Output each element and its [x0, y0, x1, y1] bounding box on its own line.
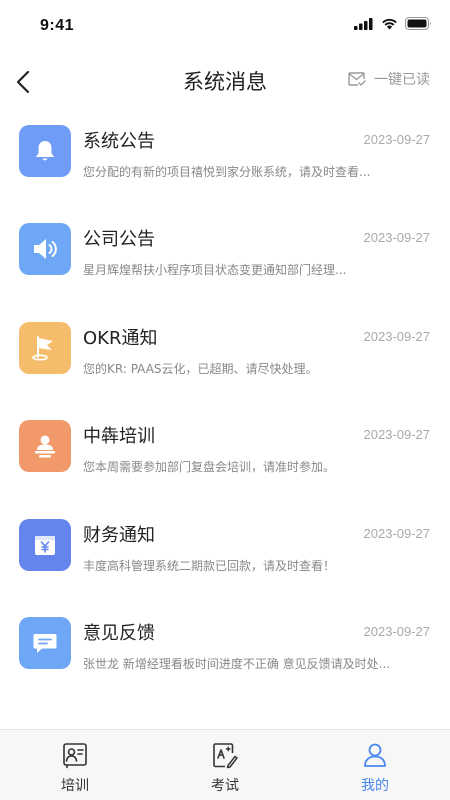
message-title: 中犇培训	[83, 426, 155, 448]
mark-all-read-label: 一键已读	[374, 72, 430, 88]
bottom-tab-bar: 培训 考试 我的	[0, 729, 450, 800]
message-icon-tile	[19, 420, 71, 473]
mark-all-read-button[interactable]: 一键已读	[348, 69, 430, 89]
message-item-system[interactable]: 系统公告 2023-09-27 您分配的有新的项目禧悦到家分账系统，请及时查看.…	[0, 112, 450, 210]
message-icon-tile	[19, 125, 71, 177]
message-title: 财务通知	[83, 524, 155, 546]
speaker-icon	[34, 239, 57, 260]
wifi-icon	[382, 18, 397, 29]
envelope-check-icon	[348, 71, 366, 86]
exam-icon	[213, 743, 238, 769]
message-preview: 张世龙 新增经理看板时间进度不正确 意见反馈请及时处...	[83, 656, 391, 671]
message-date: 2023-09-27	[363, 427, 431, 443]
tab-label: 我的	[361, 778, 389, 794]
battery-icon	[405, 17, 431, 30]
message-title: 意见反馈	[83, 622, 155, 644]
tab-exam[interactable]: 考试	[150, 730, 300, 800]
message-icon-tile	[19, 518, 71, 571]
lecturer-icon	[35, 435, 55, 458]
status-bar: 9:41	[0, 0, 450, 52]
tab-label: 培训	[61, 778, 89, 794]
tab-label: 考试	[211, 778, 239, 794]
message-icon-tile	[19, 321, 71, 374]
message-date: 2023-09-27	[363, 525, 431, 541]
profile-icon	[364, 743, 386, 767]
message-item-feedback[interactable]: 意见反馈 2023-09-27 张世龙 新增经理看板时间进度不正确 意见反馈请及…	[0, 604, 450, 702]
training-icon	[63, 743, 87, 769]
message-icon-tile	[19, 616, 71, 669]
message-item-training[interactable]: 中犇培训 2023-09-27 您本周需要参加部门复盘会培训，请准时参加。	[0, 407, 450, 505]
message-preview: 您分配的有新的项目禧悦到家分账系统，请及时查看...	[83, 165, 371, 179]
message-preview: 星月辉煌帮扶小程序项目状态变更通知部门经理...	[83, 263, 347, 278]
bell-icon	[36, 141, 54, 161]
message-item-finance[interactable]: 财务通知 2023-09-27 丰度高科管理系统二期款已回款，请及时查看！	[0, 506, 450, 604]
tab-profile[interactable]: 我的	[300, 730, 450, 800]
message-title: 系统公告	[83, 131, 155, 152]
message-date: 2023-09-27	[363, 230, 431, 246]
message-title: 公司公告	[83, 229, 155, 251]
message-preview: 您本周需要参加部门复盘会培训，请准时参加。	[83, 460, 336, 475]
message-date: 2023-09-27	[363, 328, 431, 344]
message-preview: 丰度高科管理系统二期款已回款，请及时查看！	[83, 558, 336, 573]
message-date: 2023-09-27	[363, 623, 431, 639]
nav-bar: 系统消息 一键已读	[0, 56, 450, 104]
message-list: 系统公告 2023-09-27 您分配的有新的项目禧悦到家分账系统，请及时查看.…	[0, 112, 450, 702]
message-item-okr[interactable]: OKR通知 2023-09-27 您的KR: PAAS云化，已超期、请尽快处理。	[0, 309, 450, 407]
message-date: 2023-09-27	[363, 132, 431, 147]
cellular-signal-icon	[354, 17, 373, 30]
message-item-company[interactable]: 公司公告 2023-09-27 星月辉煌帮扶小程序项目状态变更通知部门经理...	[0, 210, 450, 308]
status-time: 9:41	[40, 17, 75, 34]
flag-icon	[32, 335, 53, 361]
tab-training[interactable]: 培训	[0, 730, 150, 800]
message-icon-tile	[19, 223, 71, 276]
status-icons	[354, 17, 432, 30]
message-title: OKR通知	[83, 327, 158, 349]
yuan-icon	[35, 535, 55, 555]
chat-icon	[33, 633, 57, 653]
message-preview: 您的KR: PAAS云化，已超期、请尽快处理。	[83, 361, 318, 376]
